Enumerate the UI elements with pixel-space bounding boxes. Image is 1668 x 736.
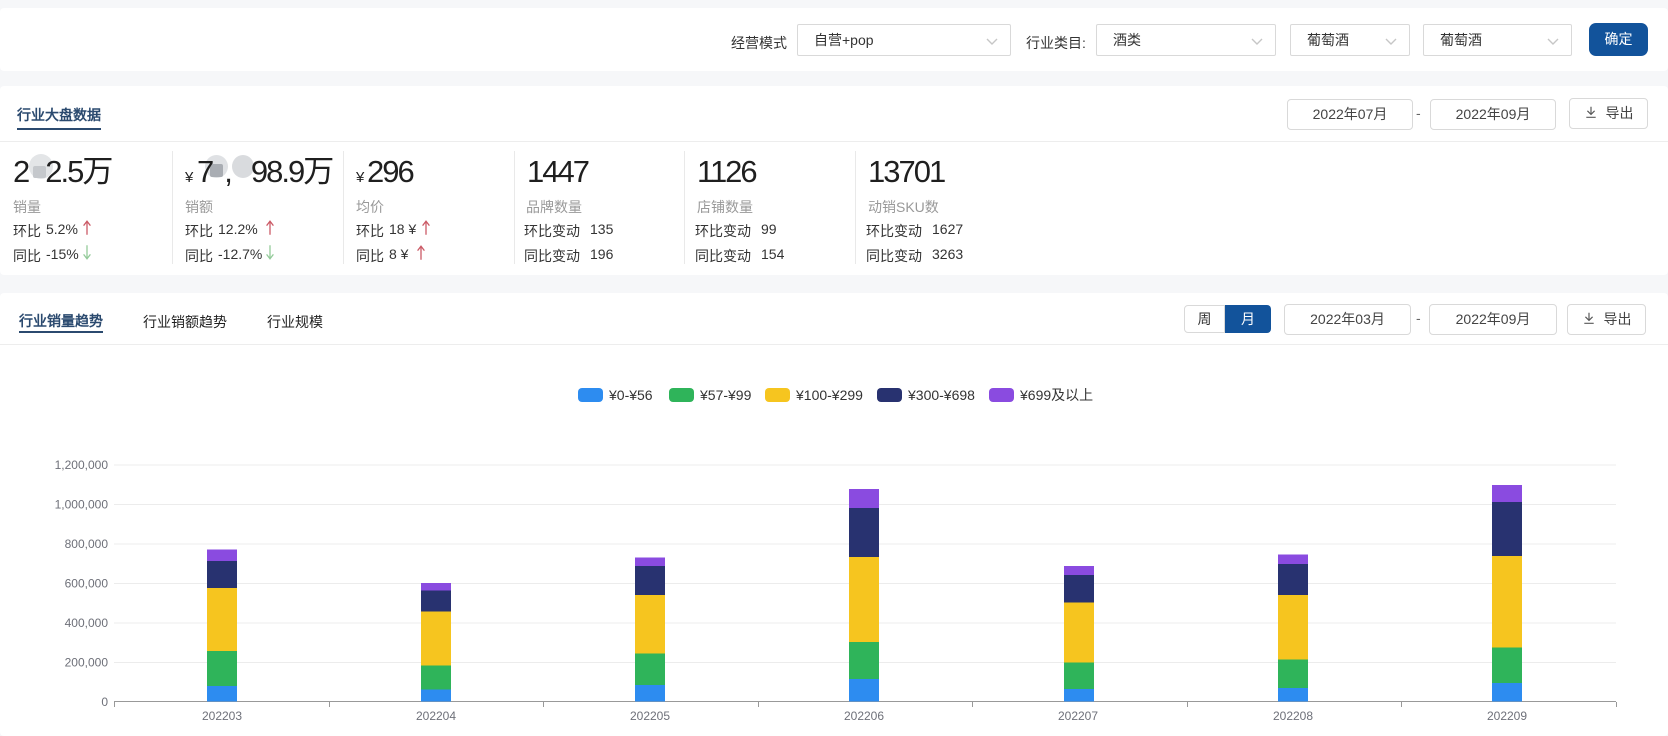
svg-text:400,000: 400,000 (65, 616, 109, 630)
svg-text:¥100-¥299: ¥100-¥299 (795, 387, 863, 403)
svg-text:202207: 202207 (1058, 709, 1098, 723)
svg-text:202208: 202208 (1273, 709, 1313, 723)
svg-text:200,000: 200,000 (65, 656, 109, 670)
svg-text:202203: 202203 (202, 709, 242, 723)
svg-text:202205: 202205 (630, 709, 670, 723)
svg-text:1,200,000: 1,200,000 (55, 458, 109, 472)
svg-text:¥0-¥56: ¥0-¥56 (608, 387, 653, 403)
svg-text:202209: 202209 (1487, 709, 1527, 723)
svg-text:¥300-¥698: ¥300-¥698 (907, 387, 975, 403)
svg-text:800,000: 800,000 (65, 537, 109, 551)
svg-text:¥699及以上: ¥699及以上 (1019, 387, 1093, 403)
svg-text:1,000,000: 1,000,000 (55, 498, 109, 512)
svg-text:600,000: 600,000 (65, 577, 109, 591)
svg-text:¥57-¥99: ¥57-¥99 (699, 387, 752, 403)
svg-text:0: 0 (101, 695, 108, 709)
svg-text:202204: 202204 (416, 709, 456, 723)
svg-text:202206: 202206 (844, 709, 884, 723)
